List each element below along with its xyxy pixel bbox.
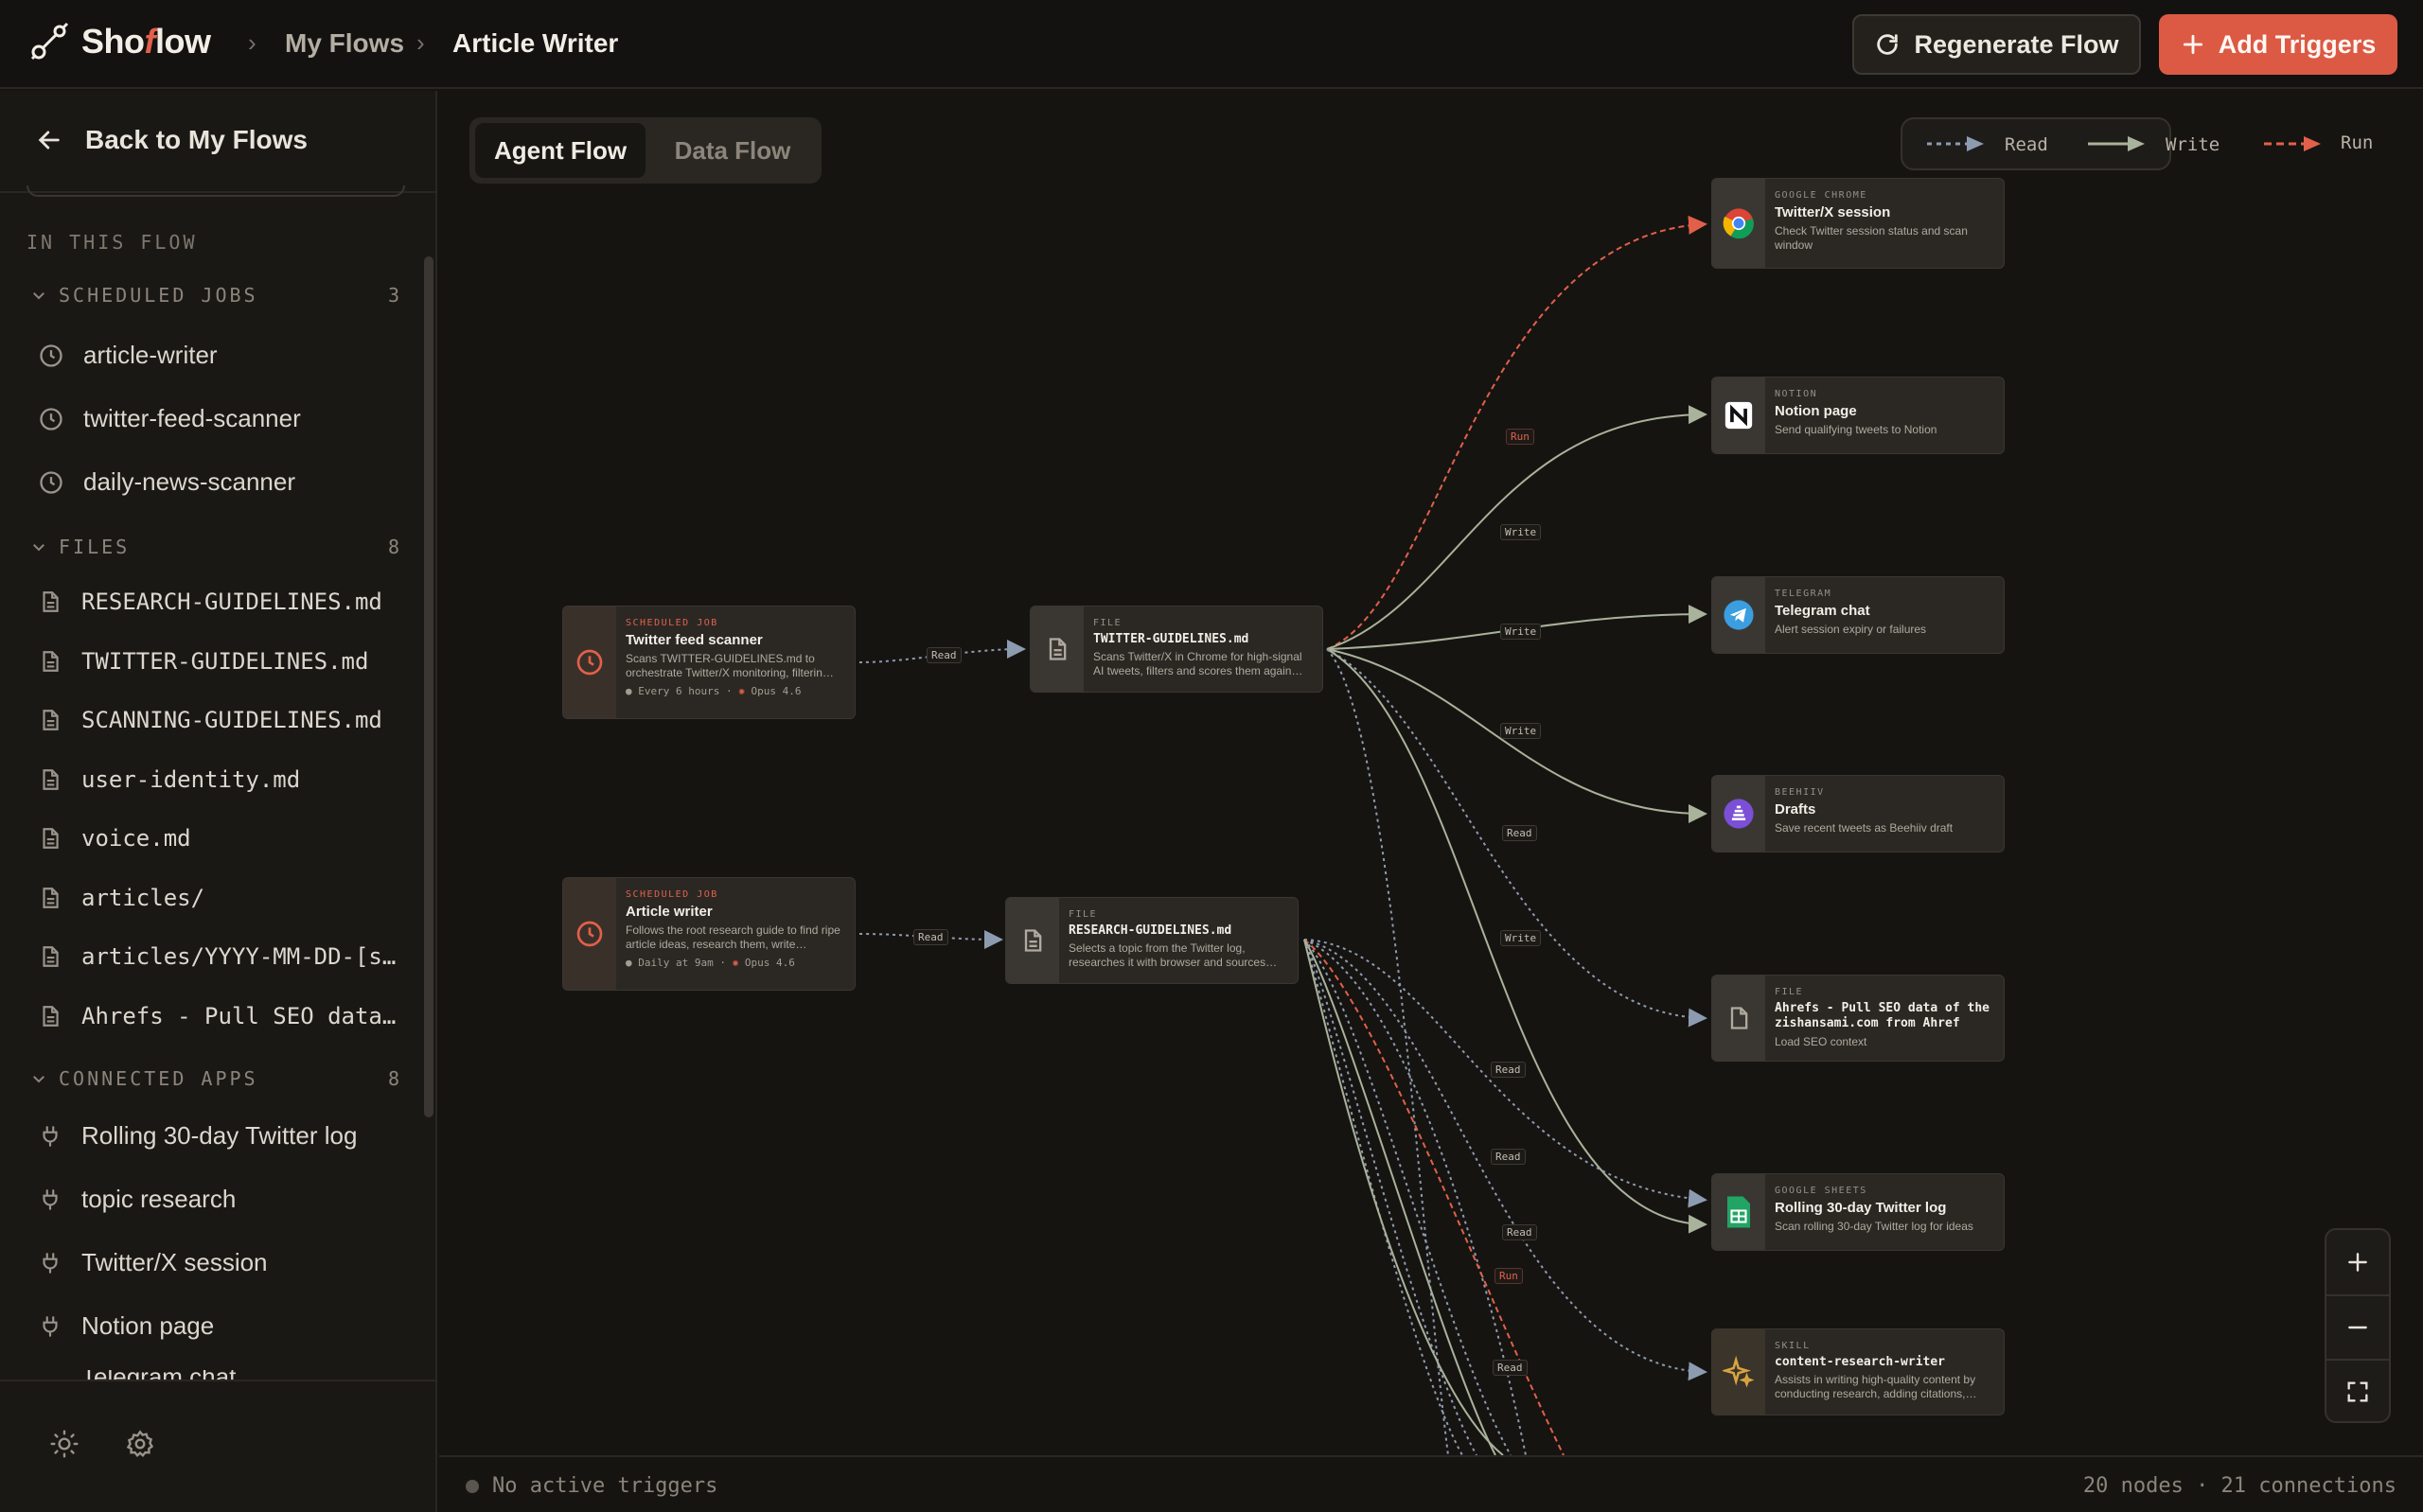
notion-icon [1724, 401, 1753, 430]
edge-read [1326, 648, 1449, 1456]
beehiiv-icon [1724, 799, 1754, 829]
file-icon [1730, 1007, 1748, 1029]
zoom-controls [2325, 1228, 2391, 1423]
node-notion-page[interactable]: NOTION Notion page Send qualifying tweet… [1711, 377, 2005, 454]
node-telegram-chat[interactable]: TELEGRAM Telegram chat Alert session exp… [1711, 576, 2005, 654]
sparkle-icon [1723, 1356, 1755, 1388]
status-bar: No active triggers 20 nodes · 21 connect… [439, 1455, 2423, 1512]
edge-legend: Read Write [1901, 117, 2321, 170]
edge-run [1303, 939, 1565, 1456]
node-twitter-log[interactable]: GOOGLE SHEETS Rolling 30-day Twitter log… [1711, 1173, 2005, 1251]
node-research-guidelines[interactable]: FILE RESEARCH-GUIDELINES.md Selects a to… [1005, 897, 1299, 984]
spark-icon: ✺ [738, 685, 745, 697]
edge-label-read: Read [927, 647, 962, 663]
edge-label-write: Write [1500, 930, 1542, 946]
telegram-icon [1724, 600, 1754, 630]
tab-data-flow[interactable]: Data Flow [649, 123, 816, 178]
edge-label-read: Read [1493, 1360, 1528, 1376]
clock-icon [576, 649, 603, 676]
status-indicator [466, 1480, 479, 1493]
chrome-icon [1723, 208, 1754, 239]
tab-agent-flow[interactable]: Agent Flow [475, 123, 646, 178]
edge-write [1303, 939, 1496, 1456]
read-line-icon [1927, 136, 1984, 151]
node-twitter-session[interactable]: GOOGLE CHROME Twitter/X session Check Tw… [1711, 178, 2005, 269]
flow-summary: 20 nodes · 21 connections [2082, 1474, 2396, 1498]
file-icon [1024, 929, 1042, 952]
legend-read: Read [2005, 134, 2048, 155]
node-twitter-guidelines[interactable]: FILE TWITTER-GUIDELINES.md Scans Twitter… [1030, 606, 1323, 693]
node-beehiiv-drafts[interactable]: BEEHIIV Drafts Save recent tweets as Bee… [1711, 775, 2005, 853]
edge-label-run: Run [1494, 1268, 1523, 1284]
flow-edges [858, 215, 1707, 1456]
node-skill[interactable]: SKILL content-research-writer Assists in… [1711, 1328, 2005, 1415]
legend-run: Run [2341, 132, 2374, 153]
edge-read [1303, 939, 1477, 1456]
fullscreen-icon [2347, 1381, 2368, 1402]
edge-label-read: Read [1491, 1062, 1526, 1078]
zoom-in-button[interactable] [2326, 1230, 2389, 1294]
zoom-out-button[interactable] [2326, 1295, 2389, 1360]
edge-label-run: Run [1506, 429, 1534, 445]
edge-label-read: Read [1502, 1224, 1537, 1240]
spark-icon: ✺ [732, 957, 739, 969]
file-icon [1049, 638, 1067, 660]
node-article-writer[interactable]: SCHEDULED JOB Article writer Follows the… [562, 877, 856, 991]
plus-icon [2348, 1253, 2367, 1272]
edge-read [1303, 939, 1463, 1456]
edge-label-write: Write [1500, 524, 1542, 540]
node-twitter-feed-scanner[interactable]: SCHEDULED JOB Twitter feed scanner Scans… [562, 606, 856, 719]
edge-label-write: Write [1500, 723, 1542, 739]
edge-label-read: Read [1491, 1149, 1526, 1165]
fit-view-button[interactable] [2326, 1360, 2389, 1424]
legend-write: Write [2166, 134, 2220, 155]
sheets-icon [1727, 1196, 1750, 1228]
edge-label-read: Read [913, 929, 948, 945]
flow-view-tabs: Agent Flow Data Flow [469, 117, 822, 184]
edge-read [1303, 939, 1512, 1456]
run-line-icon [2264, 136, 2321, 151]
trigger-status: No active triggers [492, 1474, 718, 1498]
node-ahrefs-file[interactable]: FILE Ahrefs - Pull SEO data of the zisha… [1711, 975, 2005, 1062]
clock-icon [576, 921, 603, 947]
minus-icon [2348, 1326, 2367, 1329]
write-line-icon [2088, 136, 2145, 151]
edge-label-write: Write [1500, 624, 1542, 640]
edge-label-read: Read [1502, 825, 1537, 841]
